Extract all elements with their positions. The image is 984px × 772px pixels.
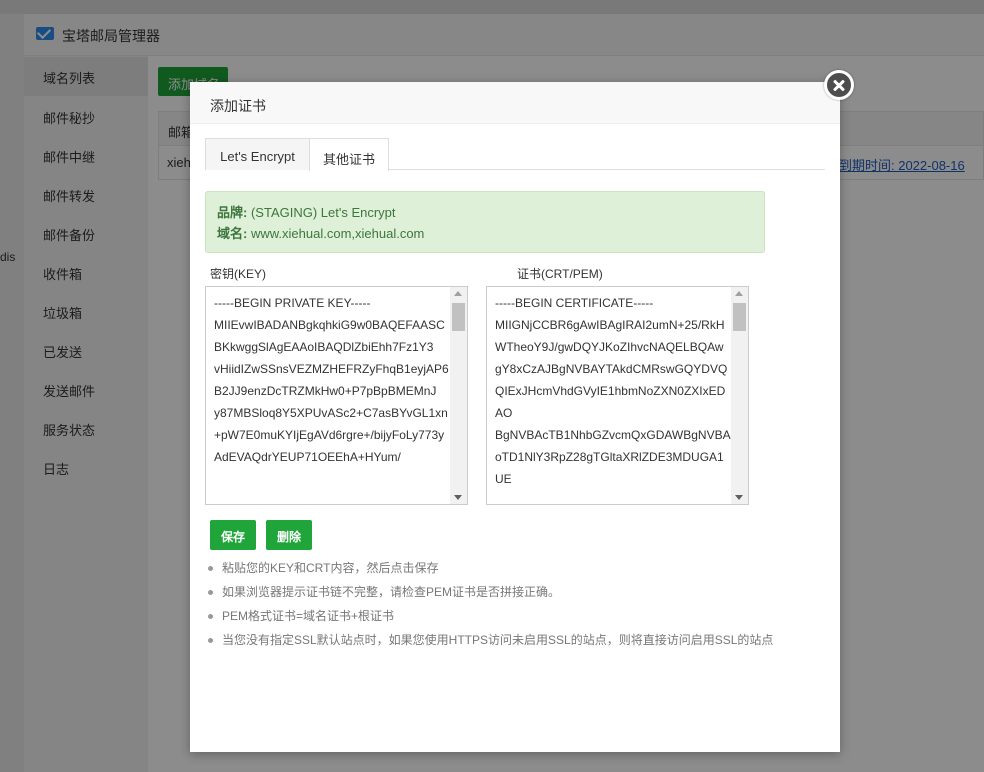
delete-button[interactable]: 删除 bbox=[266, 520, 312, 550]
certificate-info-box: 品牌: (STAGING) Let's Encrypt 域名: www.xieh… bbox=[205, 191, 765, 253]
scroll-down-icon[interactable] bbox=[454, 495, 462, 500]
tips-list: 粘贴您的KEY和CRT内容，然后点击保存 如果浏览器提示证书链不完整，请检查PE… bbox=[208, 560, 828, 656]
save-button[interactable]: 保存 bbox=[210, 520, 256, 550]
list-item: 粘贴您的KEY和CRT内容，然后点击保存 bbox=[208, 560, 828, 584]
cert-scrollbar[interactable] bbox=[731, 287, 748, 504]
scroll-up-icon[interactable] bbox=[454, 291, 462, 296]
tab-lets-encrypt[interactable]: Let's Encrypt bbox=[205, 138, 310, 170]
brand-label: 品牌: bbox=[217, 205, 248, 220]
scroll-down-icon[interactable] bbox=[735, 495, 743, 500]
list-item: 如果浏览器提示证书链不完整，请检查PEM证书是否拼接正确。 bbox=[208, 584, 828, 608]
brand-line: 品牌: (STAGING) Let's Encrypt bbox=[217, 202, 764, 223]
tab-other-certificate[interactable]: 其他证书 bbox=[309, 138, 389, 171]
scroll-thumb[interactable] bbox=[733, 303, 746, 331]
scroll-thumb[interactable] bbox=[452, 303, 465, 331]
list-item: 当您没有指定SSL默认站点时，如果您使用HTTPS访问未启用SSL的站点，则将直… bbox=[208, 632, 828, 656]
certificate-tabs: Let's Encrypt 其他证书 bbox=[205, 138, 825, 171]
key-text: -----BEGIN PRIVATE KEY----- MIIEvwIBADAN… bbox=[214, 296, 449, 464]
scroll-up-icon[interactable] bbox=[735, 291, 743, 296]
close-icon[interactable] bbox=[824, 70, 854, 100]
key-textarea[interactable]: -----BEGIN PRIVATE KEY----- MIIEvwIBADAN… bbox=[205, 286, 468, 505]
domain-value: www.xiehual.com,xiehual.com bbox=[250, 226, 425, 241]
domain-label: 域名: bbox=[217, 226, 248, 241]
cert-textarea[interactable]: -----BEGIN CERTIFICATE----- MIIGNjCCBR6g… bbox=[486, 286, 749, 505]
list-item: PEM格式证书=域名证书+根证书 bbox=[208, 608, 828, 632]
domain-line: 域名: www.xiehual.com,xiehual.com bbox=[217, 223, 764, 244]
key-label: 密钥(KEY) bbox=[210, 267, 267, 281]
cert-text: -----BEGIN CERTIFICATE----- MIIGNjCCBR6g… bbox=[495, 296, 731, 486]
add-certificate-modal: 添加证书 Let's Encrypt 其他证书 品牌: (STAGING) Le… bbox=[190, 70, 854, 752]
key-scrollbar[interactable] bbox=[450, 287, 467, 504]
cert-label: 证书(CRT/PEM) bbox=[517, 267, 603, 281]
modal-title: 添加证书 bbox=[190, 82, 840, 124]
brand-value: (STAGING) Let's Encrypt bbox=[250, 205, 396, 220]
